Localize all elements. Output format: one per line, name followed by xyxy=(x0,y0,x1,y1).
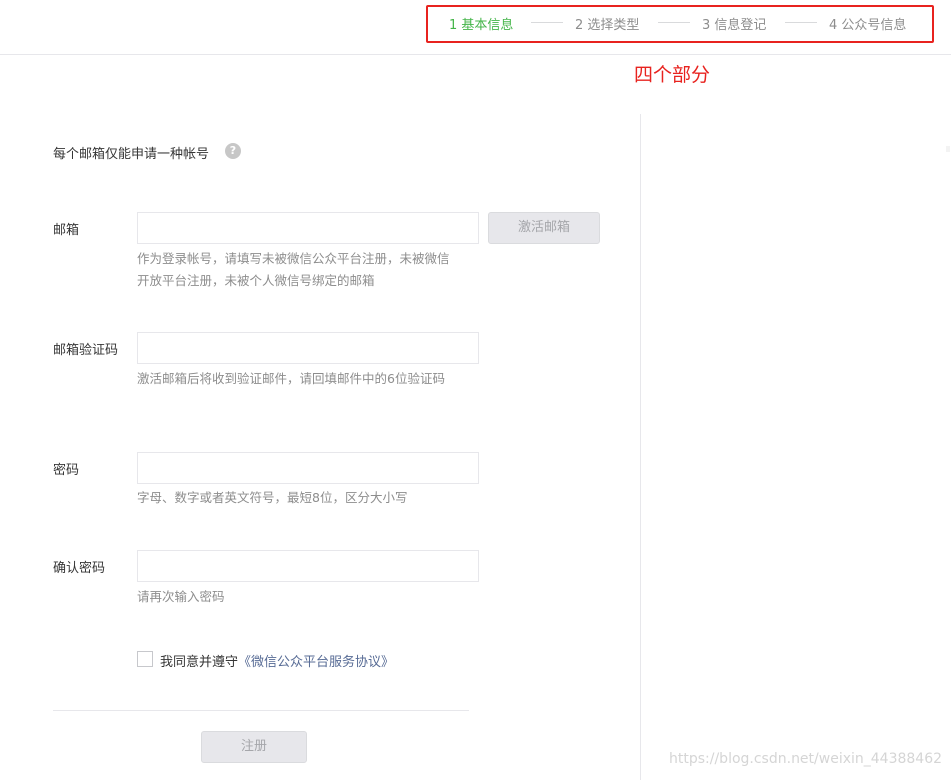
service-agreement-link[interactable]: 《微信公众平台服务协议》 xyxy=(238,655,394,670)
form-divider xyxy=(53,710,469,711)
step-separator xyxy=(785,22,817,23)
agreement-text: 我同意并遵守《微信公众平台服务协议》 xyxy=(160,651,394,670)
watermark: https://blog.csdn.net/weixin_44388462 xyxy=(669,751,943,767)
right-edge-mark xyxy=(946,146,950,152)
email-input[interactable] xyxy=(137,212,479,244)
confirm-password-input[interactable] xyxy=(137,550,479,582)
agreement-checkbox[interactable] xyxy=(137,651,153,667)
vertical-divider xyxy=(640,114,641,780)
confirm-password-label: 确认密码 xyxy=(53,561,106,576)
annotation-text: 四个部分 xyxy=(634,64,711,86)
step-1-basic-info: 1 基本信息 xyxy=(449,18,514,33)
top-bar: 1 基本信息 2 选择类型 3 信息登记 4 公众号信息 xyxy=(0,0,951,55)
confirm-password-hint: 请再次输入密码 xyxy=(137,589,225,604)
verify-code-label: 邮箱验证码 xyxy=(53,343,119,358)
email-hint: 作为登录帐号，请填写未被微信公众平台注册，未被微信开放平台注册，未被个人微信号绑… xyxy=(137,251,450,288)
step-4-account-info: 4 公众号信息 xyxy=(829,18,907,33)
step-2-select-type: 2 选择类型 xyxy=(575,18,640,33)
verify-code-hint: 激活邮箱后将收到验证邮件，请回填邮件中的6位验证码 xyxy=(137,371,445,386)
password-input[interactable] xyxy=(137,452,479,484)
verify-code-input[interactable] xyxy=(137,332,479,364)
form-tip: 每个邮箱仅能申请一种帐号 xyxy=(53,147,210,162)
step-separator xyxy=(531,22,563,23)
password-hint: 字母、数字或者英文符号，最短8位，区分大小写 xyxy=(137,490,408,505)
email-label: 邮箱 xyxy=(53,223,80,238)
activate-email-button[interactable]: 激活邮箱 xyxy=(488,212,600,244)
password-label: 密码 xyxy=(53,463,80,478)
help-icon[interactable]: ? xyxy=(225,143,241,159)
step-3-info-register: 3 信息登记 xyxy=(702,18,767,33)
agreement-prefix: 我同意并遵守 xyxy=(160,655,239,670)
register-button[interactable]: 注册 xyxy=(201,731,307,763)
step-separator xyxy=(658,22,690,23)
